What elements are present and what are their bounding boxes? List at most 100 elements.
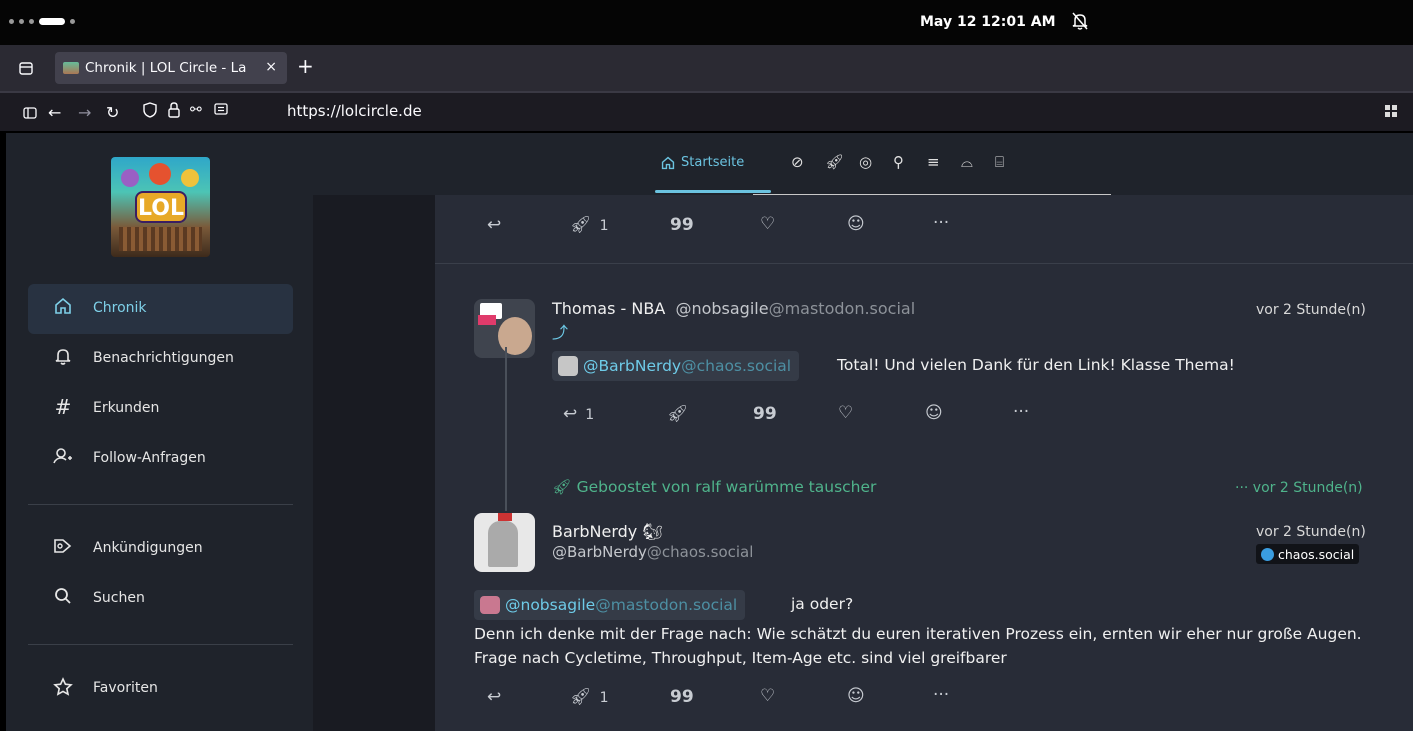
- tab-close-icon[interactable]: ×: [265, 59, 277, 75]
- boost-text: Geboostet von ralf warümme tauscher: [576, 478, 877, 496]
- browser-tab-strip: Chronik | LOL Circle - La × +: [0, 45, 1413, 91]
- instance-name: chaos.social: [1278, 546, 1355, 562]
- heart-icon[interactable]: ♡: [838, 403, 853, 423]
- os-top-bar: May 12 12:01 AM: [0, 0, 1413, 45]
- mention-domain: @chaos.social: [681, 357, 792, 375]
- megaphone-icon: [52, 537, 74, 559]
- sidebar: LOL Chronik Benachrichtigungen # Erkunde…: [6, 133, 313, 731]
- reply-count: 1: [585, 407, 595, 423]
- quote-icon[interactable]: 99: [670, 215, 694, 235]
- sidebar-item-label: Favoriten: [93, 680, 158, 696]
- reader-mode-icon[interactable]: [214, 102, 228, 121]
- search-icon: [52, 587, 74, 609]
- permissions-icon[interactable]: ⚯: [190, 102, 202, 118]
- forward-icon[interactable]: →: [78, 103, 91, 122]
- site-logo[interactable]: LOL: [111, 157, 210, 257]
- post-body: Denn ich denke mit der Frage nach: Wie s…: [474, 625, 1362, 667]
- shield-icon[interactable]: [143, 101, 157, 123]
- planet-icon[interactable]: ⊘: [791, 153, 804, 171]
- rocket-icon: 🚀︎: [570, 687, 592, 707]
- browser-nav-bar: ← → ↻ ⚯ https://lolcircle.de: [0, 91, 1413, 131]
- sidebar-item-label: Erkunden: [93, 400, 160, 416]
- mention-avatar: [558, 356, 578, 376]
- more-icon[interactable]: ···: [933, 213, 949, 233]
- quote-icon[interactable]: 99: [753, 404, 777, 424]
- sidebar-divider: [28, 504, 293, 505]
- back-icon[interactable]: ←: [48, 103, 61, 122]
- reload-icon[interactable]: ↻: [106, 103, 119, 122]
- user-search-icon[interactable]: ⚲: [893, 153, 904, 171]
- globe-icon[interactable]: ◎: [859, 153, 872, 171]
- sidebar-toggle-icon[interactable]: [23, 104, 37, 123]
- emoji-reaction-icon[interactable]: ☺: [847, 686, 865, 706]
- thread-connector: [505, 347, 507, 511]
- sidebar-item-chronik[interactable]: Chronik: [28, 284, 293, 334]
- mention-user: @nobsagile: [505, 596, 596, 614]
- sidebar-divider: [28, 644, 293, 645]
- new-tab-button[interactable]: +: [297, 54, 314, 78]
- sidebar-item-follow-anfragen[interactable]: Follow-Anfragen: [28, 434, 293, 484]
- extensions-icon[interactable]: [1385, 105, 1397, 117]
- boost-button[interactable]: 🚀︎ 1: [570, 687, 609, 707]
- handle-domain: @chaos.social: [646, 543, 754, 561]
- reply-button[interactable]: ↩ 1: [563, 404, 594, 424]
- user-plus-icon: [52, 447, 74, 469]
- mention-link[interactable]: @BarbNerdy @chaos.social: [552, 351, 800, 381]
- instance-badge[interactable]: chaos.social: [1256, 544, 1360, 564]
- boost-timestamp[interactable]: ··· vor 2 Stunde(n): [1235, 480, 1363, 496]
- post-timestamp[interactable]: vor 2 Stunde(n): [1256, 524, 1366, 540]
- reply-icon[interactable]: ↩: [487, 215, 501, 235]
- clock[interactable]: May 12 12:01 AM: [920, 14, 1056, 30]
- post-text: Total! Und vielen Dank für den Link! Kla…: [837, 356, 1235, 374]
- lock-icon[interactable]: [168, 101, 180, 123]
- avatar[interactable]: [474, 513, 535, 572]
- tab-startseite[interactable]: Startseite: [661, 155, 744, 170]
- reply-arrow-icon: ⤴: [552, 323, 569, 342]
- post-timestamp[interactable]: vor 2 Stunde(n): [1256, 302, 1366, 318]
- squirrel-icon: 🐿: [642, 522, 663, 541]
- sidebar-item-label: Benachrichtigungen: [93, 350, 234, 366]
- browser-tab[interactable]: Chronik | LOL Circle - La ×: [55, 52, 287, 84]
- boost-banner[interactable]: 🚀︎ Geboostet von ralf warümme tauscher: [552, 478, 876, 496]
- heart-icon[interactable]: ♡: [760, 214, 775, 234]
- rocket-icon[interactable]: 🚀︎: [667, 404, 689, 424]
- reply-icon[interactable]: ↩: [487, 687, 501, 707]
- sidebar-item-suchen[interactable]: Suchen: [28, 574, 293, 624]
- rocket-icon[interactable]: 🚀︎: [825, 153, 844, 171]
- post-handle[interactable]: @BarbNerdy@chaos.social: [552, 543, 753, 561]
- tab-overview-icon[interactable]: [19, 60, 33, 79]
- handle: @nobsagile: [675, 299, 769, 318]
- mention-link[interactable]: @nobsagile @mastodon.social: [474, 590, 746, 620]
- reply-icon: ↩: [563, 404, 578, 424]
- heart-icon[interactable]: ♡: [760, 686, 775, 706]
- handle-domain: @mastodon.social: [768, 299, 916, 318]
- emoji-reaction-icon[interactable]: ☺: [925, 403, 943, 423]
- emoji-reaction-icon[interactable]: ☺: [847, 214, 865, 234]
- timeline-feed: ↩ 🚀︎ 1 99 ♡ ☺ ··· Thomas - NBA @nobsagile…: [435, 195, 1413, 731]
- post-author[interactable]: BarbNerdy 🐿: [552, 522, 663, 541]
- list-icon[interactable]: ≡: [927, 153, 940, 171]
- bell-off-icon[interactable]: [1072, 12, 1088, 34]
- instance-icon: [1261, 547, 1274, 561]
- rocket-icon: 🚀︎: [552, 478, 572, 496]
- more-icon[interactable]: ···: [933, 685, 949, 705]
- sidebar-item-label: Ankündigungen: [93, 540, 203, 556]
- display-name: Thomas - NBA: [552, 299, 666, 318]
- sidebar-item-benachrichtigungen[interactable]: Benachrichtigungen: [28, 334, 293, 384]
- bell-icon: [52, 347, 74, 369]
- quote-icon[interactable]: 99: [670, 687, 694, 707]
- boost-count: 1: [599, 218, 609, 234]
- announcement-icon[interactable]: ⌸: [995, 153, 1004, 171]
- workspace-indicator[interactable]: [9, 18, 75, 25]
- tab-title: Chronik | LOL Circle - La: [85, 60, 247, 76]
- post-text: ja oder?: [791, 595, 854, 613]
- tab-label: Startseite: [681, 155, 745, 170]
- sidebar-item-erkunden[interactable]: # Erkunden: [28, 384, 293, 434]
- more-icon[interactable]: ···: [1013, 402, 1029, 422]
- post-author[interactable]: Thomas - NBA @nobsagile@mastodon.social: [552, 299, 915, 318]
- satellite-icon[interactable]: ⌓: [961, 153, 973, 171]
- sidebar-item-ankuendigungen[interactable]: Ankündigungen: [28, 524, 293, 574]
- url-bar[interactable]: https://lolcircle.de: [287, 102, 422, 120]
- sidebar-item-favoriten[interactable]: Favoriten: [28, 664, 293, 714]
- boost-button[interactable]: 🚀︎ 1: [570, 215, 609, 235]
